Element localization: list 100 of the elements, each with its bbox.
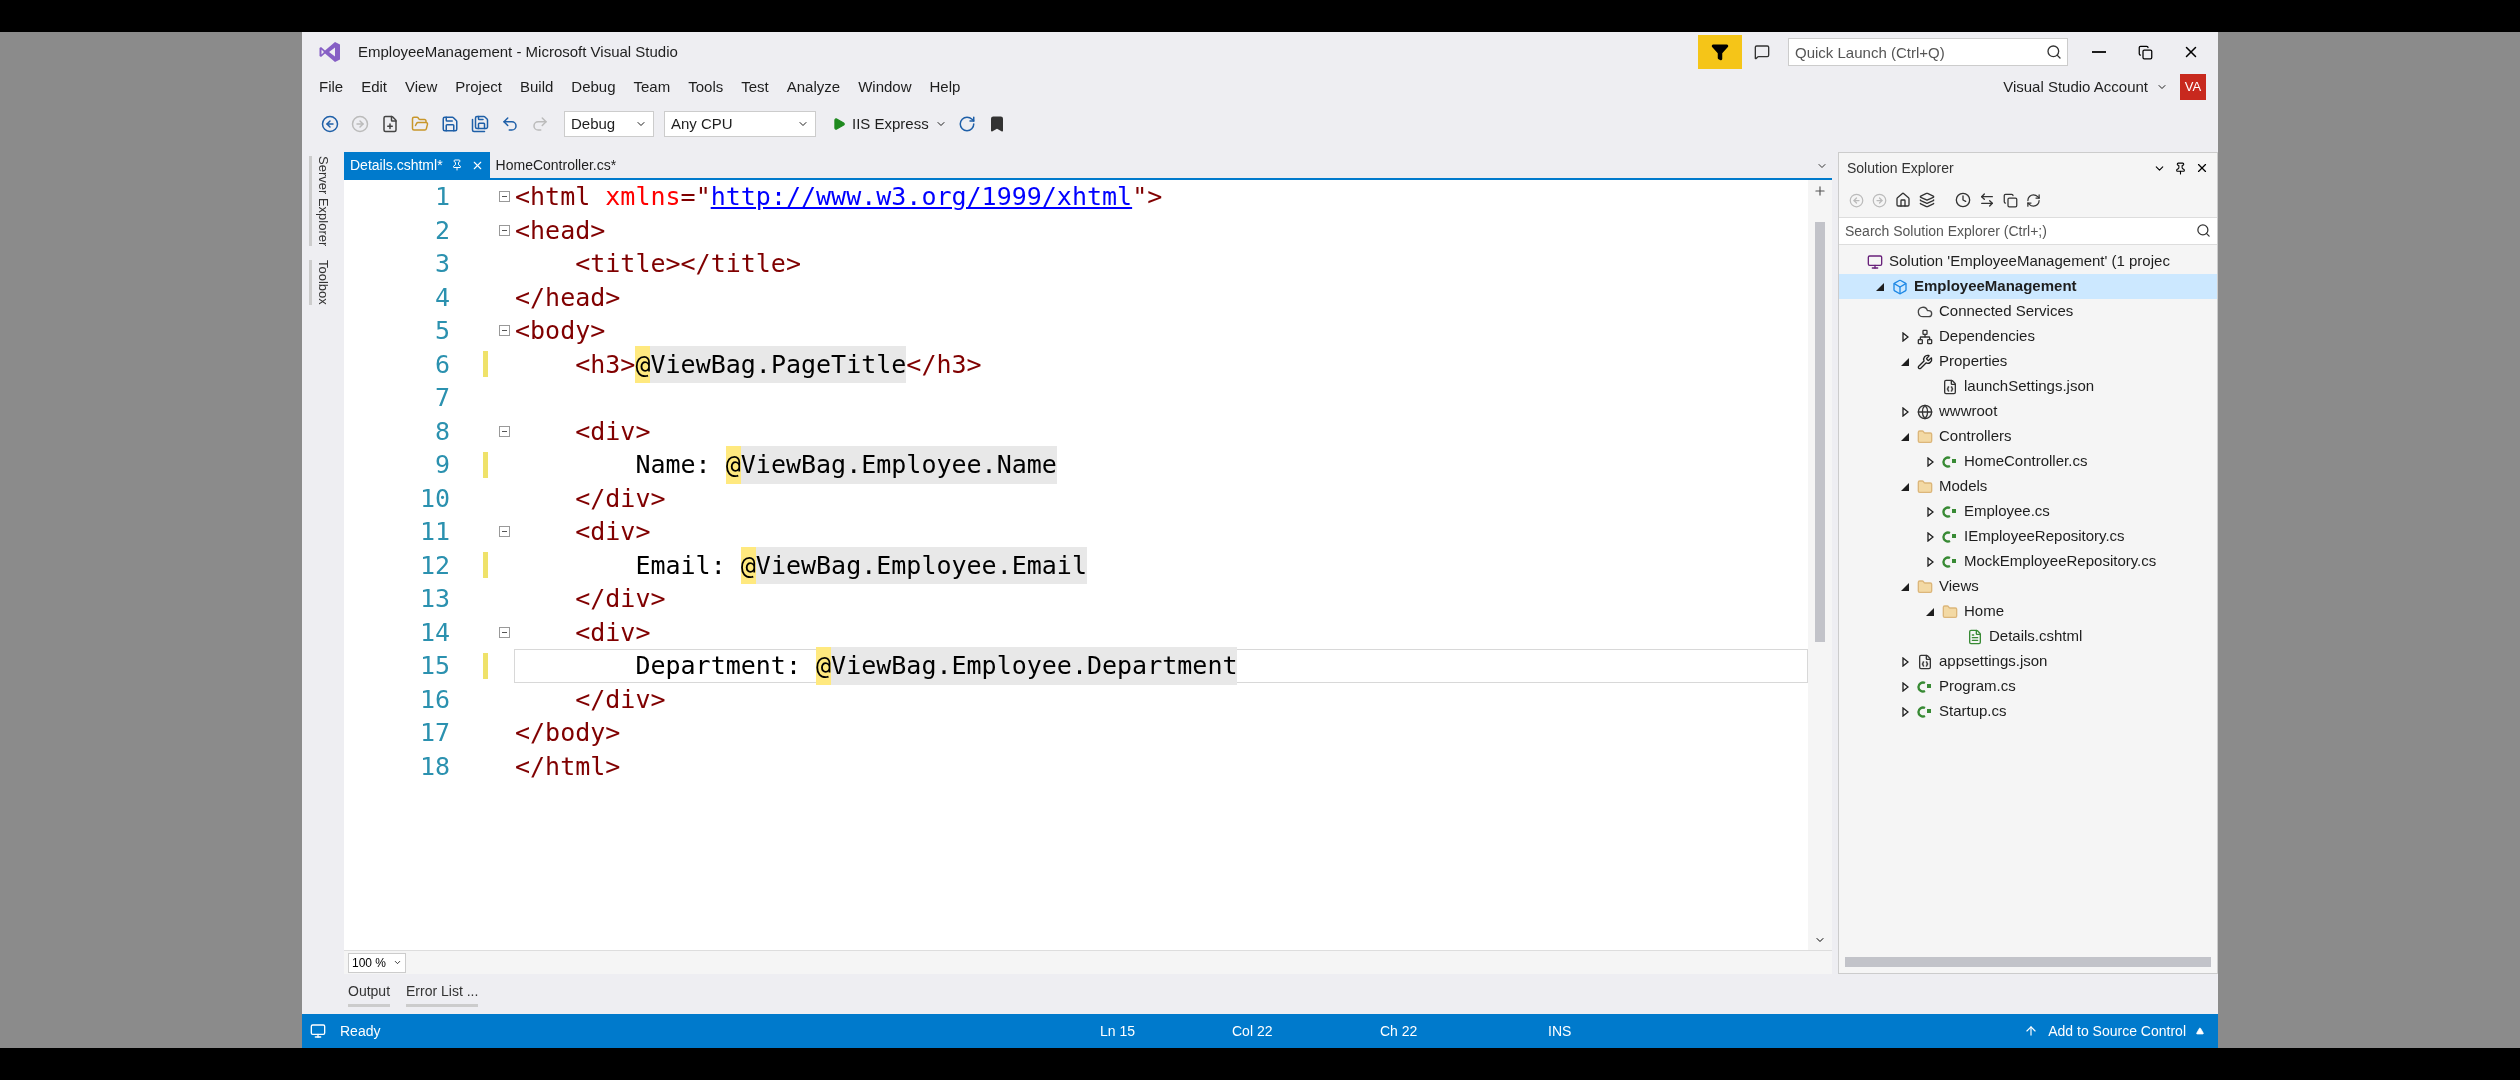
collapse-icon[interactable] [498,526,510,538]
tree-item[interactable]: Controllers [1839,424,2217,449]
line-number: 10 [418,482,451,515]
menu-item[interactable]: Analyze [777,74,850,100]
code-line: <body> [514,315,607,347]
line-number: 15 [418,650,451,682]
menu-item[interactable]: View [396,74,447,100]
bottom-panel-tab[interactable]: Error List ... [406,981,479,1007]
menu-item[interactable]: Team [624,74,680,100]
caret-icon [2196,1027,2204,1035]
collapsed-arrow-icon[interactable] [1901,406,1909,417]
tree-item[interactable]: MockEmployeeRepository.cs [1839,549,2217,574]
tree-item[interactable]: Home [1839,599,2217,624]
tree-item[interactable]: Connected Services [1839,299,2217,324]
bottom-panel-tab[interactable]: Output [348,981,391,1007]
collapsed-arrow-icon[interactable] [1926,456,1934,467]
globe-icon [1917,403,1933,420]
side-tab[interactable]: Toolbox [308,260,338,306]
menu-item[interactable]: Test [732,74,778,100]
collapse-icon[interactable] [498,191,510,203]
collapse-icon[interactable] [498,224,510,236]
refresh-icon[interactable] [2026,192,2041,208]
menu-item[interactable]: Build [510,74,563,100]
editor-tab[interactable]: HomeController.cs* [489,152,623,178]
expanded-arrow-icon[interactable] [1876,282,1884,291]
tree-item[interactable]: Dependencies [1839,324,2217,349]
tree-item[interactable]: Properties [1839,349,2217,374]
menu-item[interactable]: File [310,74,353,100]
sync-icon[interactable] [1979,192,1995,208]
collapsed-arrow-icon[interactable] [1926,506,1934,517]
run-button[interactable]: IIS Express [828,111,951,137]
tree-item[interactable]: IEmployeeRepository.cs [1839,524,2217,549]
tree-item[interactable]: Models [1839,474,2217,499]
scrollbar-thumb[interactable] [1815,222,1825,642]
views-icon[interactable] [1919,192,1935,208]
code-line: <h3>@ViewBag.PageTitle</h3> [514,347,1808,381]
collapsed-arrow-icon[interactable] [1926,556,1934,567]
source-control-button[interactable]: Add to Source Control [2024,1020,2204,1042]
tree-item[interactable]: appsettings.json [1839,649,2217,674]
expanded-arrow-icon[interactable] [1901,582,1909,591]
tree-item[interactable]: Program.cs [1839,674,2217,699]
pending-changes-icon[interactable] [1955,192,1971,208]
tree-item[interactable]: HomeController.cs [1839,449,2217,474]
folder-icon [1917,478,1933,495]
menu-item[interactable]: Edit [352,74,397,100]
char-indicator: Ch 22 [1380,1021,1419,1041]
zoom-dropdown[interactable]: 100 % [348,952,406,973]
notifications-flag-button[interactable] [1698,35,1742,69]
account-button[interactable]: Visual Studio Account [1997,75,2174,99]
configuration-dropdown[interactable]: Debug [564,111,654,137]
tree-item[interactable]: wwwroot [1839,399,2217,424]
tree-item[interactable]: Views [1839,574,2217,599]
menu-item[interactable]: Window [849,74,921,100]
tree-item[interactable]: Details.cshtml [1839,624,2217,649]
collapsed-arrow-icon[interactable] [1926,531,1934,542]
scrollbar-thumb[interactable] [1845,957,2211,967]
collapse-icon[interactable] [498,626,510,638]
collapsed-arrow-icon[interactable] [1901,681,1909,692]
tree-item[interactable]: Startup.cs [1839,699,2217,724]
folder-icon [1942,603,1958,620]
menu-item[interactable]: Project [446,74,511,100]
line-number: 2 [433,214,451,247]
code-line: Name: @ViewBag.Employee.Name [514,448,1808,482]
collapse-icon[interactable] [498,425,510,437]
collapsed-arrow-icon[interactable] [1901,706,1909,717]
line-number: 3 [433,248,451,280]
expanded-arrow-icon[interactable] [1901,482,1909,491]
tree-item[interactable]: launchSettings.json [1839,374,2217,399]
collapse-icon[interactable] [498,325,510,337]
tree-item[interactable]: Solution 'EmployeeManagement' (1 projec [1839,249,2217,274]
menu-item[interactable]: Debug [562,74,625,100]
close-icon[interactable] [2195,161,2209,175]
line-number: 6 [433,348,451,381]
expanded-arrow-icon[interactable] [1926,607,1934,616]
pin-icon[interactable] [2174,161,2187,175]
menu-item[interactable]: Tools [679,74,733,100]
csharp-file-icon [1917,704,1933,719]
side-tab[interactable]: Server Explorer [308,156,338,247]
tree-item[interactable]: Employee.cs [1839,499,2217,524]
tree-item[interactable]: EmployeeManagement [1839,274,2217,299]
expanded-arrow-icon[interactable] [1901,357,1909,366]
split-icon[interactable] [1813,184,1827,198]
collapse-all-icon[interactable] [2003,192,2018,208]
output-window-icon [310,1023,326,1039]
line-number: 18 [418,750,451,783]
collapsed-arrow-icon[interactable] [1901,331,1909,342]
menu-item[interactable]: Help [920,74,970,100]
solution-search-field[interactable]: Search Solution Explorer (Ctrl+;) [1839,217,2217,245]
play-icon [832,117,846,131]
line-number: 5 [433,315,451,347]
collapsed-arrow-icon[interactable] [1901,656,1909,667]
code-line: <div> [574,516,652,548]
quick-launch-field[interactable]: Quick Launch (Ctrl+Q) [1788,38,2068,66]
avatar[interactable]: VA [2180,74,2206,100]
expanded-arrow-icon[interactable] [1901,432,1909,441]
home-icon[interactable] [1895,192,1911,208]
code-line: <head> [514,214,607,247]
platform-dropdown[interactable]: Any CPU [664,111,816,137]
code-line: <div> [574,616,652,649]
vertical-scrollbar[interactable] [1808,180,1832,950]
